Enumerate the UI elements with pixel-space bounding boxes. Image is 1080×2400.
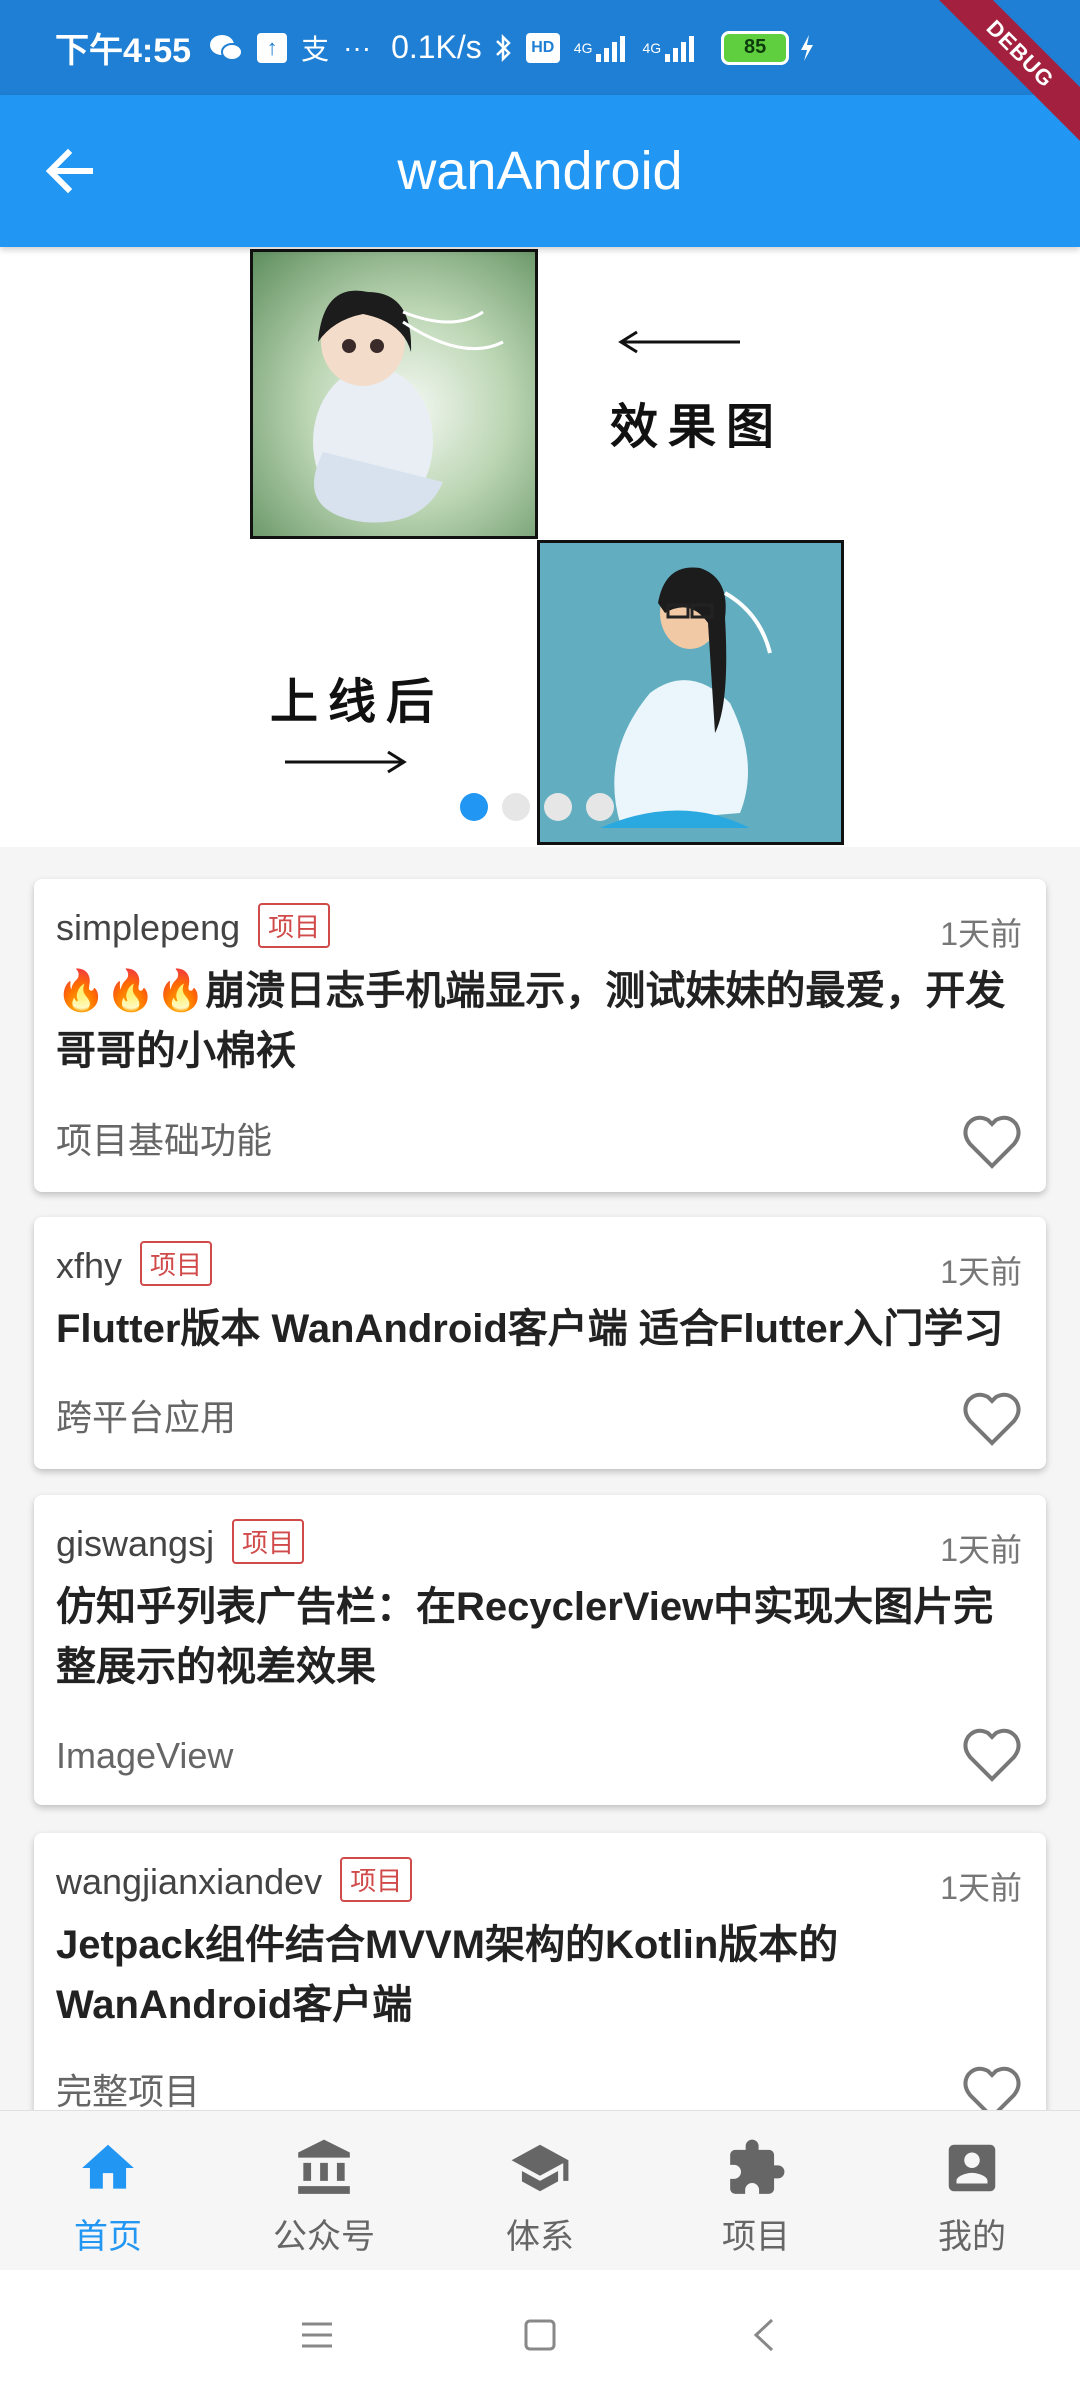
article-title: Jetpack组件结合MVVM架构的Kotlin版本的WanAndroid客户端 — [56, 1923, 839, 2027]
project-tag: 项目 — [232, 1519, 305, 1564]
alipay-icon: 支 — [301, 33, 330, 65]
home-icon — [82, 2144, 134, 2189]
favorite-button[interactable] — [962, 1727, 1022, 1783]
status-time: 下午4:55 — [55, 32, 192, 70]
article-card[interactable]: xfhy 项目 1天前 Flutter版本 WanAndroid客户端 适合Flu… — [34, 1217, 1046, 1469]
puzzle-icon — [730, 2139, 785, 2194]
article-time: 1天前 — [940, 1254, 1022, 1290]
nav-item-mine[interactable]: 我的 — [864, 2111, 1080, 2271]
network-type-label: 4G — [573, 39, 593, 56]
article-card[interactable]: giswangsj 项目 1天前 仿知乎列表广告栏：在RecyclerView中实… — [34, 1495, 1046, 1805]
nav-item-system[interactable]: 体系 — [432, 2111, 648, 2271]
author-name: simplepeng — [56, 907, 241, 948]
article-author: giswangsj 项目 — [56, 1519, 305, 1565]
heart-outline-icon — [963, 1115, 1021, 1169]
arrow-left-icon — [618, 330, 740, 354]
system-back-button[interactable] — [740, 2310, 790, 2360]
square-icon — [524, 2319, 556, 2351]
bluetooth-icon — [494, 33, 512, 63]
battery-icon: 85 — [721, 30, 790, 65]
system-navigation-bar — [0, 2270, 1080, 2400]
project-tag: 项目 — [258, 903, 331, 948]
article-category[interactable]: 完整项目 — [56, 2063, 200, 2110]
carousel-dot[interactable] — [460, 793, 488, 821]
signal-icon: 4G — [574, 34, 629, 62]
article-title: 仿知乎列表广告栏：在RecyclerView中实现大图片完整展示的视差效果 — [56, 1585, 994, 1689]
article-list[interactable]: simplepeng 项目 1天前 🔥🔥🔥崩溃日志手机端显示，测试妹妹的最爱，开发… — [0, 847, 1080, 2110]
bank-icon — [298, 2139, 350, 2194]
wechat-icon — [209, 33, 244, 63]
nav-label: 首页 — [74, 2218, 142, 2256]
nav-label: 项目 — [722, 2218, 790, 2256]
article-title: 🔥🔥🔥崩溃日志手机端显示，测试妹妹的最爱，开发哥哥的小棉袄 — [56, 969, 1006, 1073]
hd-icon: HD — [525, 32, 560, 63]
banner-caption-online: 上线后 — [270, 674, 445, 730]
carousel-dot[interactable] — [544, 793, 572, 821]
home-button[interactable] — [515, 2310, 565, 2360]
nav-item-projects[interactable]: 项目 — [648, 2111, 864, 2271]
nav-item-official-accounts[interactable]: 公众号 — [216, 2111, 432, 2271]
banner-carousel[interactable]: 效果图 上线后 — [0, 247, 1080, 847]
author-name: giswangsj — [56, 1523, 215, 1564]
article-time: 1天前 — [940, 1532, 1022, 1568]
net-speed: 0.1K/s — [391, 29, 482, 65]
account-box-icon — [948, 2144, 996, 2192]
arrow-right-icon — [285, 750, 407, 774]
article-author: xfhy 项目 — [56, 1241, 213, 1287]
article-card[interactable]: wangjianxiandev 项目 1天前 Jetpack组件结合MVVM架构的… — [34, 1833, 1046, 2110]
article-author: wangjianxiandev 项目 — [56, 1857, 413, 1903]
nav-label: 公众号 — [273, 2218, 375, 2256]
recents-button[interactable] — [292, 2310, 342, 2360]
author-name: xfhy — [56, 1245, 123, 1286]
network-type-label-2: 4G — [642, 39, 662, 56]
status-bar: 下午4:55 ↑ 支 ··· 0.1K/s HD 4G 4G 85 — [0, 0, 1080, 95]
nav-item-home[interactable]: 首页 — [0, 2111, 216, 2271]
heart-outline-icon — [963, 1392, 1021, 1446]
app-bar: wanAndroid — [0, 95, 1080, 247]
favorite-button[interactable] — [962, 1114, 1022, 1170]
signal-icon-2: 4G — [642, 34, 697, 62]
carousel-indicator — [460, 793, 614, 821]
article-title: Flutter版本 WanAndroid客户端 适合Flutter入门学习 — [56, 1307, 1004, 1351]
chevron-left-icon — [753, 2318, 774, 2352]
upload-icon: ↑ — [257, 32, 288, 63]
school-icon — [511, 2144, 569, 2192]
article-category[interactable]: ImageView — [56, 1735, 233, 1777]
article-category[interactable]: 项目基础功能 — [56, 1112, 272, 1164]
heart-outline-icon — [963, 2066, 1021, 2110]
nav-label: 体系 — [506, 2218, 574, 2256]
favorite-button[interactable] — [962, 2065, 1022, 2110]
more-icon: ··· — [343, 31, 372, 63]
article-author: simplepeng 项目 — [56, 903, 331, 949]
author-name: wangjianxiandev — [56, 1861, 323, 1902]
article-card[interactable]: simplepeng 项目 1天前 🔥🔥🔥崩溃日志手机端显示，测试妹妹的最爱，开发… — [34, 879, 1046, 1192]
article-time: 1天前 — [940, 1870, 1022, 1906]
article-time: 1天前 — [940, 916, 1022, 952]
banner-image-before — [250, 249, 538, 539]
nav-label: 我的 — [938, 2218, 1006, 2256]
charging-icon — [799, 34, 815, 62]
heart-outline-icon — [963, 1728, 1021, 1782]
project-tag: 项目 — [340, 1857, 413, 1902]
carousel-dot[interactable] — [502, 793, 530, 821]
page-title: wanAndroid — [397, 141, 683, 201]
banner-caption-effect: 效果图 — [610, 399, 785, 455]
article-category[interactable]: 跨平台应用 — [56, 1389, 236, 1441]
menu-icon — [302, 2322, 332, 2348]
bottom-navigation: 首页 公众号 体系 项目 我的 — [0, 2110, 1080, 2271]
project-tag: 项目 — [140, 1241, 213, 1286]
favorite-button[interactable] — [962, 1391, 1022, 1447]
carousel-dot[interactable] — [586, 793, 614, 821]
